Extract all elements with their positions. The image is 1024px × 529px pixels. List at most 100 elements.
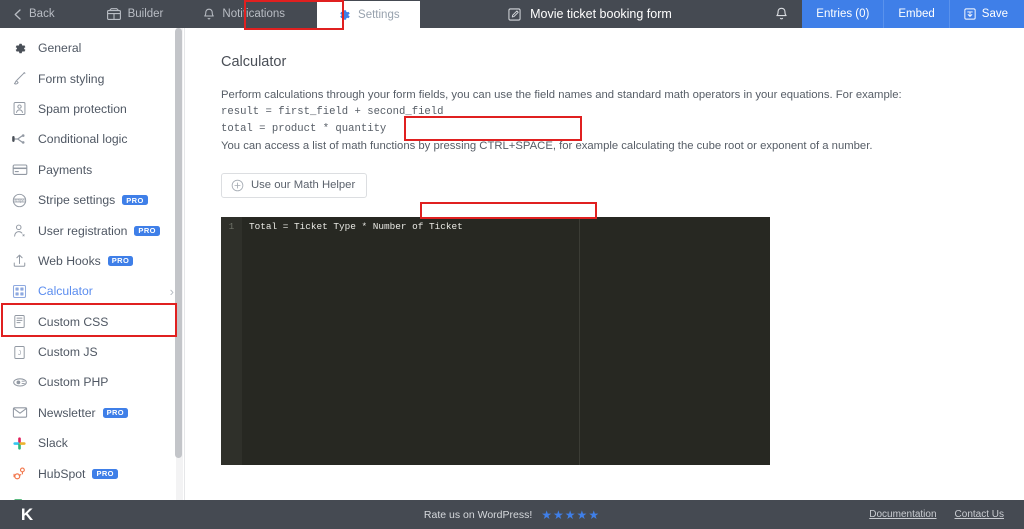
- sidebar-item-form-styling[interactable]: Form styling: [0, 63, 184, 93]
- topbar-spacer-2: [684, 0, 760, 28]
- math-helper-label: Use our Math Helper: [251, 179, 356, 192]
- sidebar-item-general[interactable]: General: [0, 33, 184, 63]
- sidebar-item-newsletter[interactable]: Newsletter PRO: [0, 398, 184, 428]
- editor-gutter: [221, 216, 242, 465]
- sidebar-item-label: Form styling: [38, 71, 105, 86]
- sidebar-item-calculator[interactable]: Calculator ›: [0, 276, 184, 306]
- sidebar-item-label: Slack: [38, 436, 68, 451]
- sidebar-item-label: Newsletter: [38, 405, 96, 420]
- calculator-icon: [12, 284, 34, 299]
- use-math-helper-button[interactable]: Use our Math Helper: [221, 172, 368, 198]
- chevron-right-icon: ›: [169, 283, 174, 299]
- sidebar-scrollbar-track[interactable]: [175, 28, 183, 500]
- edit-pencil-icon[interactable]: [508, 7, 521, 21]
- sidebar-item-slack[interactable]: Slack: [0, 428, 184, 458]
- envelope-icon: [12, 406, 34, 419]
- editor-line-number: 1: [228, 221, 235, 233]
- sidebar-item-user-registration[interactable]: User registration PRO: [0, 215, 184, 245]
- documentation-link[interactable]: Documentation: [869, 509, 936, 520]
- embed-button[interactable]: Embed: [884, 0, 950, 28]
- entries-button[interactable]: Entries (0): [802, 0, 885, 28]
- rate-us-text: Rate us on WordPress!: [423, 508, 533, 521]
- description-line-2: You can access a list of math functions …: [221, 140, 873, 153]
- php-eye-icon: [12, 376, 34, 389]
- back-label: Back: [29, 8, 55, 20]
- upload-icon: [12, 253, 34, 268]
- pro-badge: PRO: [134, 225, 160, 236]
- shield-user-icon: [12, 101, 34, 116]
- sidebar-item-label: User registration: [38, 223, 128, 238]
- sidebar-item-stripe-settings[interactable]: stripe Stripe settings PRO: [0, 185, 184, 215]
- sidebar-item-label: Web Hooks: [38, 253, 101, 268]
- embed-label: Embed: [898, 8, 935, 20]
- footer-links: Documentation Contact Us: [869, 509, 1024, 520]
- sidebar-item-web-hooks[interactable]: Web Hooks PRO: [0, 246, 184, 276]
- save-label: Save: [981, 8, 1008, 20]
- top-navigation-bar: Back Builder Notifications Settings Movi…: [0, 0, 1024, 30]
- chevron-left-icon: [13, 8, 22, 20]
- form-title-area[interactable]: Movie ticket booking form: [496, 0, 684, 28]
- sidebar-item-label: Calculator: [38, 284, 93, 299]
- sidebar-item-partial[interactable]: [0, 489, 184, 500]
- formula-code-editor[interactable]: 1 Total = Ticket Type * Number of Ticket: [221, 216, 770, 465]
- sidebar-item-custom-js[interactable]: J Custom JS: [0, 337, 184, 367]
- sidebar-item-conditional-logic[interactable]: Conditional logic: [0, 124, 184, 154]
- svg-text:stripe: stripe: [14, 198, 25, 203]
- sidebar-item-label: HubSpot: [38, 466, 86, 481]
- page-title: Calculator: [221, 54, 287, 70]
- sidebar-scrollbar-thumb[interactable]: [175, 28, 182, 458]
- gear-icon: [337, 8, 351, 22]
- slack-icon: [12, 436, 34, 451]
- topbar-actions: Entries (0) Embed Save: [760, 0, 1024, 28]
- description-line-1: Perform calculations through your form f…: [221, 89, 902, 101]
- editor-code-text: Total = Ticket Type * Number of Ticket: [249, 221, 463, 233]
- sidebar-item-spam-protection[interactable]: Spam protection: [0, 94, 184, 124]
- notification-bell-button[interactable]: [760, 0, 802, 28]
- branch-icon: [12, 132, 34, 146]
- sidebar-item-label: Stripe settings: [38, 193, 116, 208]
- builder-icon: [106, 8, 121, 20]
- pro-badge: PRO: [107, 255, 134, 266]
- app-window: Back Builder Notifications Settings Movi…: [0, 0, 1024, 529]
- star-rating[interactable]: ★★★★★: [541, 508, 600, 522]
- editor-line-1[interactable]: 1 Total = Ticket Type * Number of Ticket: [221, 220, 463, 234]
- notifications-tab[interactable]: Notifications: [185, 0, 305, 28]
- settings-tab[interactable]: Settings: [317, 1, 420, 28]
- plus-circle-icon: [231, 179, 244, 192]
- sidebar-item-label: Payments: [38, 162, 93, 177]
- settings-label: Settings: [358, 8, 400, 21]
- credit-card-icon: [12, 163, 34, 176]
- sidebar-item-custom-css[interactable]: Custom CSS: [0, 307, 184, 337]
- contact-us-link[interactable]: Contact Us: [955, 509, 1004, 520]
- sidebar-item-label: Custom JS: [38, 345, 98, 360]
- sidebar-item-label: Spam protection: [38, 101, 127, 116]
- main-body: General Form styling Spam protection Con…: [0, 28, 1024, 500]
- footer-bar: K Rate us on WordPress! ★★★★★ Documentat…: [0, 500, 1024, 529]
- builder-tab[interactable]: Builder: [85, 0, 186, 28]
- save-button[interactable]: Save: [949, 0, 1024, 28]
- sidebar-item-hubspot[interactable]: HubSpot PRO: [0, 458, 184, 488]
- builder-label: Builder: [127, 8, 164, 20]
- sidebar-item-list: General Form styling Spam protection Con…: [0, 28, 184, 500]
- calculator-settings-panel: Calculator Perform calculations through …: [185, 28, 1024, 500]
- sidebar-item-label: Custom PHP: [38, 375, 109, 390]
- hubspot-icon: [12, 466, 34, 481]
- js-file-icon: J: [12, 345, 34, 360]
- save-disk-icon: [964, 8, 976, 20]
- sidebar-item-label: General: [38, 41, 82, 56]
- sidebar-item-payments[interactable]: Payments: [0, 155, 184, 185]
- sidebar-item-label: Conditional logic: [38, 132, 128, 147]
- back-button[interactable]: Back: [0, 0, 85, 28]
- sidebar-item-label: Custom CSS: [38, 314, 109, 329]
- gear-icon: [12, 41, 34, 56]
- sidebar-item-custom-php[interactable]: Custom PHP: [0, 367, 184, 397]
- form-title-text: Movie ticket booking form: [530, 7, 672, 21]
- example-formula-1: result = first_field + second_field: [221, 106, 444, 119]
- pro-badge: PRO: [92, 468, 118, 479]
- css-file-icon: [12, 314, 34, 329]
- svg-text:J: J: [18, 351, 21, 357]
- editor-print-margin: [579, 216, 580, 465]
- settings-sidebar: General Form styling Spam protection Con…: [0, 28, 185, 500]
- stripe-icon: stripe: [12, 193, 34, 208]
